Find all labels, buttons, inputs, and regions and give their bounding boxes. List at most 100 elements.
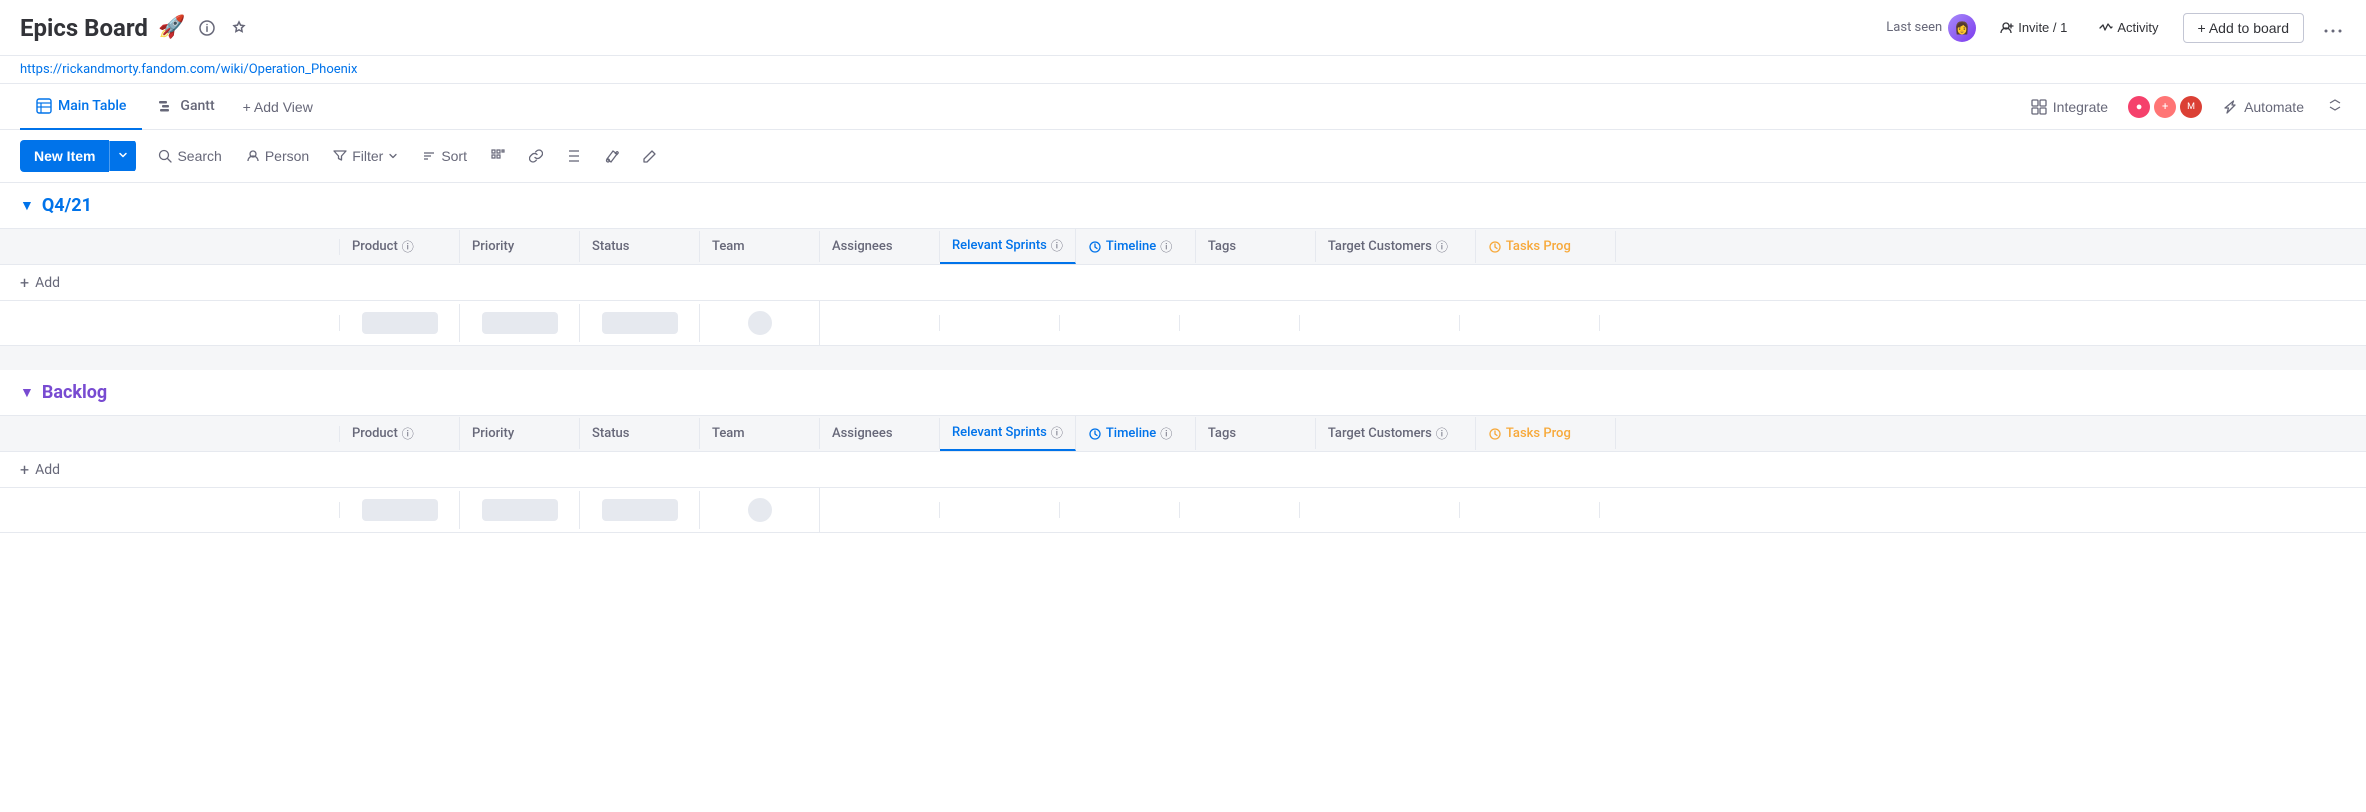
title-icons xyxy=(195,16,251,40)
skeleton-tags-cell xyxy=(1180,315,1300,331)
view-tabs-left: Main Table Gantt + Add View xyxy=(20,84,325,130)
more-options-button[interactable] xyxy=(2320,12,2346,43)
backlog-skeleton-status-cell xyxy=(580,491,700,529)
integrate-button[interactable]: Integrate xyxy=(2023,95,2116,119)
group-backlog-arrow[interactable]: ▼ xyxy=(20,384,34,401)
backlog-tasks-prog-icon xyxy=(1488,427,1502,441)
star-button[interactable] xyxy=(227,16,251,40)
url-link[interactable]: https://rickandmorty.fandom.com/wiki/Ope… xyxy=(20,62,357,77)
top-header: Epics Board 🚀 Last seen 👩 Invite / 1 Act… xyxy=(0,0,2366,56)
backlog-skeleton-assignees-cell xyxy=(820,502,940,518)
info-button[interactable] xyxy=(195,16,219,40)
backlog-product-info-icon[interactable]: ⓘ xyxy=(402,425,414,442)
filter-button[interactable]: Filter xyxy=(323,142,408,170)
backlog-col-team-label: Team xyxy=(712,426,745,441)
target-customers-info-icon[interactable]: ⓘ xyxy=(1436,238,1448,255)
backlog-skeleton-timeline-cell xyxy=(1060,502,1180,518)
automate-button[interactable]: Automate xyxy=(2214,95,2312,119)
skeleton-name-cell xyxy=(0,315,340,331)
group-backlog: ▼ Backlog Product ⓘ Priority Status Team… xyxy=(0,370,2366,533)
col-tasks-prog-label: Tasks Prog xyxy=(1506,239,1571,254)
backlog-col-status-label: Status xyxy=(592,426,629,441)
backlog-col-tasks-prog-label: Tasks Prog xyxy=(1506,426,1571,441)
backlog-relevant-sprints-info-icon[interactable]: ⓘ xyxy=(1051,424,1063,441)
tab-main-table[interactable]: Main Table xyxy=(20,84,142,130)
add-label: Add xyxy=(35,275,60,291)
new-item-btn-group: New Item xyxy=(20,140,136,172)
col-relevant-sprints-label: Relevant Sprints xyxy=(952,238,1047,253)
backlog-add-row-left: + Add xyxy=(20,460,360,479)
group-separator xyxy=(0,346,2366,370)
invite-label: Invite / 1 xyxy=(2018,20,2067,35)
backlog-skeleton-name-cell xyxy=(0,502,340,518)
skeleton-assignees-cell xyxy=(820,315,940,331)
add-row-left: + Add xyxy=(20,273,360,292)
row-height-button[interactable] xyxy=(557,143,591,169)
backlog-skeleton-avatar xyxy=(746,496,774,524)
backlog-target-customers-info-icon[interactable]: ⓘ xyxy=(1436,425,1448,442)
integrate-label: Integrate xyxy=(2053,99,2108,115)
tab-gantt-label: Gantt xyxy=(180,98,214,114)
plugin-icon-2: + xyxy=(2154,96,2176,118)
activity-label: Activity xyxy=(2117,20,2158,35)
backlog-col-target-customers-label: Target Customers xyxy=(1328,426,1432,441)
backlog-skeleton-product-cell xyxy=(340,491,460,529)
paint-button[interactable] xyxy=(595,143,629,169)
backlog-add-row[interactable]: + Add xyxy=(0,452,2366,488)
q4-21-col-headers: Product ⓘ Priority Status Team Assignees… xyxy=(0,228,2366,265)
group-q4-21-title: Q4/21 xyxy=(42,195,92,216)
skeleton-team-cell xyxy=(700,301,820,345)
col-target-customers-label: Target Customers xyxy=(1328,239,1432,254)
col-status-header: Status xyxy=(580,231,700,262)
col-priority-header: Priority xyxy=(460,231,580,262)
backlog-col-target-customers-header: Target Customers ⓘ xyxy=(1316,417,1476,450)
relevant-sprints-info-icon[interactable]: ⓘ xyxy=(1051,237,1063,254)
group-q4-21: ▼ Q4/21 Product ⓘ Priority Status Team A… xyxy=(0,183,2366,346)
backlog-skeleton-tasks-prog-cell xyxy=(1460,502,1600,518)
search-button[interactable]: Search xyxy=(148,142,231,170)
board-title: Epics Board xyxy=(20,14,148,42)
new-item-button[interactable]: New Item xyxy=(20,140,109,172)
tab-gantt[interactable]: Gantt xyxy=(142,84,230,130)
skeleton-relevant-sprints-cell xyxy=(940,315,1060,331)
header-right: Last seen 👩 Invite / 1 Activity + Add to… xyxy=(1886,12,2346,43)
edit-button[interactable] xyxy=(633,143,667,169)
last-seen-label: Last seen xyxy=(1886,20,1942,35)
add-view-button[interactable]: + Add View xyxy=(231,84,325,130)
select-button[interactable] xyxy=(481,143,515,169)
invite-button[interactable]: Invite / 1 xyxy=(1992,16,2075,39)
add-to-board-button[interactable]: + Add to board xyxy=(2183,13,2304,43)
group-q4-21-arrow[interactable]: ▼ xyxy=(20,197,34,214)
skeleton-block xyxy=(362,312,438,334)
col-team-header: Team xyxy=(700,231,820,262)
timeline-info-icon[interactable]: ⓘ xyxy=(1160,238,1172,255)
tasks-prog-icon xyxy=(1488,240,1502,254)
tab-main-table-label: Main Table xyxy=(58,98,126,114)
backlog-col-product-header: Product ⓘ xyxy=(340,417,460,450)
backlog-col-status-header: Status xyxy=(580,418,700,449)
backlog-col-tags-header: Tags xyxy=(1196,418,1316,449)
backlog-col-timeline-label: Timeline xyxy=(1106,426,1156,441)
product-info-icon[interactable]: ⓘ xyxy=(402,238,414,255)
backlog-timeline-info-icon[interactable]: ⓘ xyxy=(1160,425,1172,442)
add-view-label: + Add View xyxy=(243,99,313,115)
skeleton-priority-cell xyxy=(460,304,580,342)
q4-21-rows: + Add xyxy=(0,265,2366,346)
link-button[interactable] xyxy=(519,143,553,169)
backlog-rows: + Add xyxy=(0,452,2366,533)
sort-button[interactable]: Sort xyxy=(412,142,477,170)
col-tags-header: Tags xyxy=(1196,231,1316,262)
skeleton-timeline-cell xyxy=(1060,315,1180,331)
timeline-icon xyxy=(1088,240,1102,254)
col-tags-label: Tags xyxy=(1208,239,1236,254)
q4-21-add-row[interactable]: + Add xyxy=(0,265,2366,301)
backlog-col-relevant-sprints-header: Relevant Sprints ⓘ xyxy=(940,416,1076,451)
add-to-board-label: + Add to board xyxy=(2198,20,2289,36)
toolbar: New Item Search Person Filter Sort xyxy=(0,130,2366,183)
activity-button[interactable]: Activity xyxy=(2091,16,2166,39)
new-item-dropdown-button[interactable] xyxy=(109,141,136,171)
group-q4-21-header: ▼ Q4/21 xyxy=(0,183,2366,228)
person-button[interactable]: Person xyxy=(236,142,319,170)
collapse-button[interactable] xyxy=(2324,94,2346,119)
col-product-header: Product ⓘ xyxy=(340,230,460,263)
